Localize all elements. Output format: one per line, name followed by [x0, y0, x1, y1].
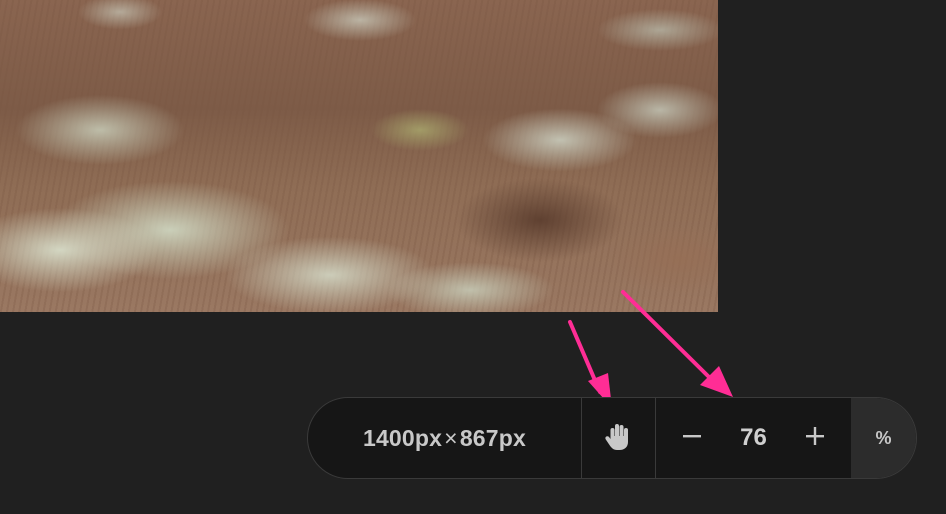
- viewer-canvas[interactable]: 1400px × 867px 76 %: [0, 0, 946, 514]
- zoom-unit-label: %: [875, 427, 892, 448]
- zoom-out-button[interactable]: [678, 424, 706, 452]
- plus-icon: [805, 426, 825, 451]
- preview-image[interactable]: [0, 0, 718, 312]
- hand-icon: [604, 420, 634, 457]
- dimension-separator: ×: [444, 424, 458, 451]
- image-height: 867px: [459, 424, 527, 451]
- minus-icon: [682, 426, 702, 451]
- arrow-to-hand-icon: [568, 320, 612, 408]
- image-dimensions: 1400px × 867px: [308, 398, 581, 478]
- zoom-unit-button[interactable]: %: [851, 398, 916, 478]
- zoom-toolbar: 1400px × 867px 76 %: [307, 397, 917, 479]
- pan-tool-button[interactable]: [582, 398, 655, 478]
- zoom-in-button[interactable]: [801, 424, 829, 452]
- zoom-controls: 76: [656, 398, 851, 478]
- zoom-value[interactable]: 76: [740, 424, 767, 452]
- image-width: 1400px: [362, 424, 443, 451]
